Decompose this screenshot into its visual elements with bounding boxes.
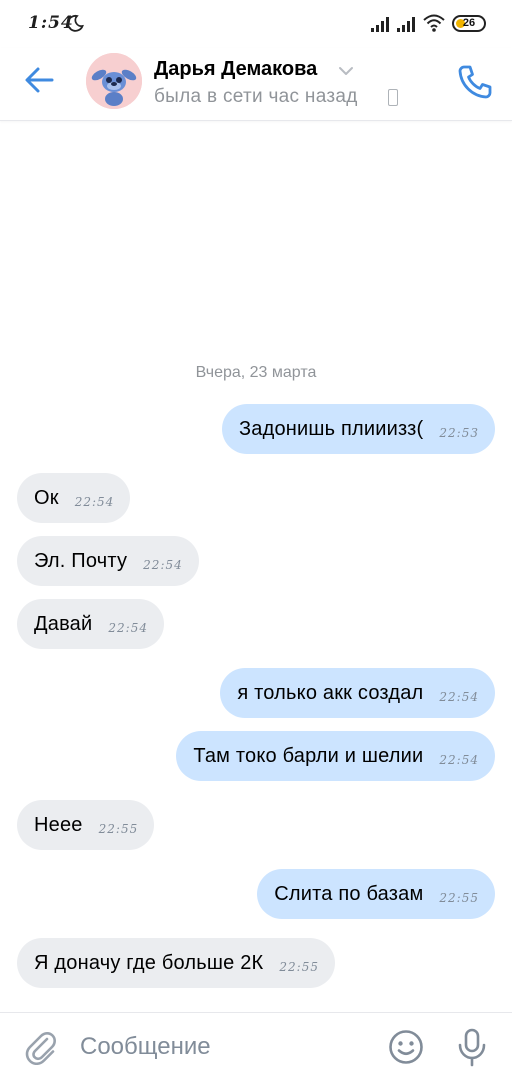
message-time: 22:55 <box>279 960 319 974</box>
avatar-image <box>86 53 142 109</box>
chat-area[interactable]: Вчера, 23 марта Задонишь плииизз( 22:53 … <box>0 121 512 1011</box>
message-text: Неее <box>34 813 83 836</box>
message-bubble-incoming[interactable]: Неее 22:55 <box>17 800 155 850</box>
message-time: 22:53 <box>439 426 479 440</box>
battery-icon: 26 <box>452 15 486 32</box>
chevron-down-icon[interactable] <box>338 65 354 77</box>
message-bubble-incoming[interactable]: Ок 22:54 <box>17 473 131 523</box>
signal-icon <box>371 17 389 32</box>
message-text: Там токо барли и шелии <box>193 744 424 767</box>
message-text: Слита по базам <box>274 882 424 905</box>
battery-text: 26 <box>462 17 476 29</box>
message-time: 22:54 <box>439 690 479 704</box>
message-text: Давай <box>34 612 93 635</box>
microphone-icon[interactable] <box>456 1027 488 1067</box>
message-input[interactable] <box>80 1027 370 1067</box>
paperclip-icon[interactable] <box>24 1029 58 1065</box>
chat-header: Дарья Демакова была в сети час назад <box>0 48 512 121</box>
message-text: Я доначу где больше 2К <box>34 951 264 974</box>
message-time: 22:55 <box>439 891 479 905</box>
message-bubble-outgoing[interactable]: Слита по базам 22:55 <box>257 869 495 919</box>
phone-call-icon[interactable] <box>455 62 495 102</box>
message-time: 22:54 <box>108 621 148 635</box>
message-bubble-incoming[interactable]: Давай 22:54 <box>17 599 164 649</box>
message-bubble-outgoing[interactable]: Задонишь плииизз( 22:53 <box>221 404 495 454</box>
avatar[interactable] <box>86 53 142 109</box>
signal-icon <box>397 17 415 32</box>
status-bar: 1:54 26 <box>0 0 512 48</box>
message-bubble-outgoing[interactable]: я только акк создал 22:54 <box>220 668 495 718</box>
back-arrow-icon[interactable] <box>20 60 60 100</box>
phone-device-icon <box>388 89 398 106</box>
message-text: Задонишь плииизз( <box>238 417 424 440</box>
message-text: Ок <box>34 486 59 509</box>
contact-status: была в сети час назад <box>154 86 358 107</box>
message-time: 22:54 <box>143 558 183 572</box>
message-text: я только акк создал <box>237 681 424 704</box>
message-bubble-incoming[interactable]: Эл. Почту 22:54 <box>17 536 199 586</box>
message-time: 22:54 <box>439 753 479 767</box>
message-bubble-incoming[interactable]: Я доначу где больше 2К 22:55 <box>17 938 335 988</box>
message-bubble-outgoing[interactable]: Там токо барли и шелии 22:54 <box>176 731 495 781</box>
message-time: 22:54 <box>74 495 115 509</box>
message-text: Эл. Почту <box>34 549 128 572</box>
moon-icon <box>67 14 84 32</box>
contact-name[interactable]: Дарья Демакова <box>154 58 317 81</box>
composer <box>0 1012 512 1081</box>
wifi-icon <box>423 14 445 32</box>
smile-icon[interactable] <box>388 1029 424 1065</box>
message-time: 22:55 <box>98 822 139 836</box>
date-separator: Вчера, 23 марта <box>195 364 317 381</box>
